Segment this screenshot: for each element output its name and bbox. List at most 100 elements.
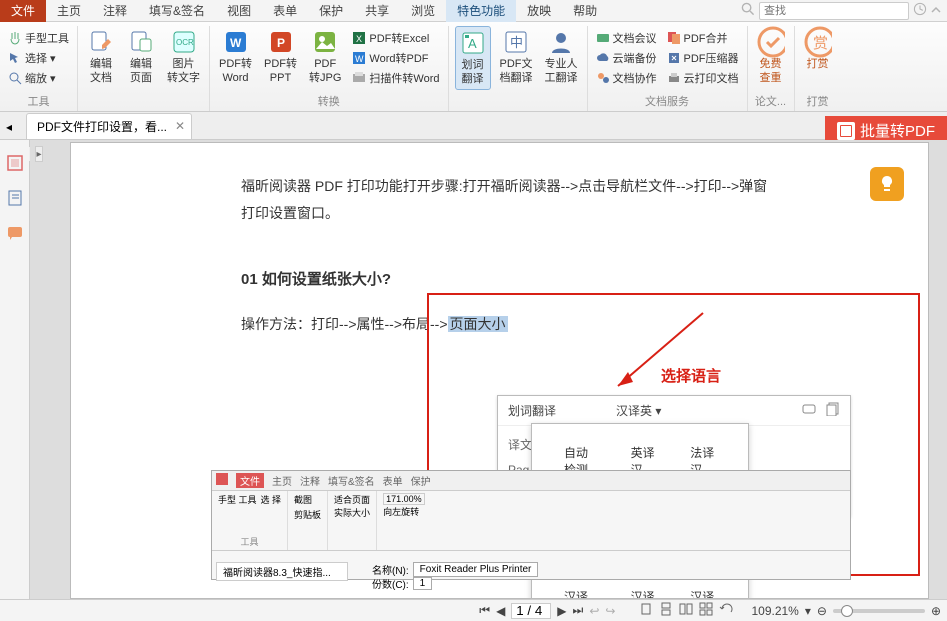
scan-to-word-button[interactable]: 扫描件转Word xyxy=(350,69,441,87)
svg-text:赏: 赏 xyxy=(813,35,828,52)
menu-fill-sign[interactable]: 填写&签名 xyxy=(138,0,216,22)
ocr-button[interactable]: OCR图片 转文字 xyxy=(164,26,203,88)
cloud-print-button[interactable]: 云打印文档 xyxy=(665,69,741,87)
menu-home[interactable]: 主页 xyxy=(46,0,92,22)
copy-icon[interactable] xyxy=(826,402,840,419)
search-icon[interactable] xyxy=(741,2,755,19)
document-tabstrip: ◂ PDF文件打印设置，看... ✕ 批量转PDF xyxy=(0,112,947,140)
batch-pdf-icon xyxy=(837,122,855,140)
lang-option[interactable]: 汉译德 xyxy=(674,582,732,599)
group-translate-label xyxy=(455,109,581,111)
menu-help[interactable]: 帮助 xyxy=(562,0,608,22)
group-convert: WPDF转 Word PPDF转 PPT PDF 转JPG XPDF转Excel… xyxy=(210,26,449,111)
group-tools-label: 工具 xyxy=(6,93,71,111)
collapse-ribbon-icon[interactable] xyxy=(931,4,941,18)
group-edit: 编辑 文档 编辑 页面 OCR图片 转文字 xyxy=(78,26,210,111)
pdf-to-word-button[interactable]: WPDF转 Word xyxy=(216,26,255,88)
forward-button[interactable]: ↪ xyxy=(605,604,615,618)
menu-browse[interactable]: 浏览 xyxy=(400,0,446,22)
group-tools: 手型工具 选择 ▾ 缩放 ▾ 工具 xyxy=(0,26,78,111)
group-dupcheck: 免费 查重 论文... xyxy=(748,26,795,111)
zoom-out-button[interactable]: ⊖ xyxy=(817,604,827,618)
free-dupcheck-button[interactable]: 免费 查重 xyxy=(754,26,788,88)
view-continuous-icon[interactable] xyxy=(659,602,673,619)
edit-page-button[interactable]: 编辑 页面 xyxy=(124,26,158,88)
document-tab[interactable]: PDF文件打印设置，看... ✕ xyxy=(26,113,192,139)
comments-icon[interactable] xyxy=(6,224,24,245)
left-sidebar xyxy=(0,140,30,599)
inset-menu: 文件 xyxy=(236,473,264,488)
zoom-dropdown-icon[interactable]: ▾ xyxy=(805,604,811,618)
svg-text:W: W xyxy=(355,54,364,64)
rotate-icon[interactable] xyxy=(719,602,733,619)
inset-menu: 填写&签名 xyxy=(328,473,375,488)
cloud-backup-button[interactable]: 云端备份 xyxy=(594,49,659,67)
menu-view[interactable]: 视图 xyxy=(216,0,262,22)
inset-menu: 表单 xyxy=(383,473,403,488)
selection-translate-button[interactable]: A划词 翻译 xyxy=(455,26,491,90)
menu-special-features[interactable]: 特色功能 xyxy=(446,0,516,22)
history-icon[interactable] xyxy=(913,2,927,19)
document-tab-label: PDF文件打印设置，看... xyxy=(37,120,167,134)
menu-protect[interactable]: 保护 xyxy=(308,0,354,22)
group-docservice: 文档会议 云端备份 文档协作 PDF合并 PDF压缩器 云打印文档 文档服务 xyxy=(588,26,748,111)
inset-menu: 注释 xyxy=(300,473,320,488)
inset-screenshot: 文件 主页 注释 填写&签名 表单 保护 手型 工具选 择 工具 截图剪贴板 适… xyxy=(211,470,851,580)
doc-meeting-button[interactable]: 文档会议 xyxy=(594,29,659,47)
menu-annotate[interactable]: 注释 xyxy=(92,0,138,22)
search-input[interactable] xyxy=(759,2,909,20)
paragraph: 福昕阅读器 PDF 打印功能打开步骤:打开福昕阅读器-->点击导航栏文件-->打… xyxy=(241,173,768,200)
doc-collab-button[interactable]: 文档协作 xyxy=(594,69,659,87)
inner-expand-handle[interactable]: ▸ xyxy=(35,146,43,162)
pdf-to-excel-button[interactable]: XPDF转Excel xyxy=(350,29,431,47)
first-page-button[interactable]: ⏮ xyxy=(479,603,490,618)
language-selector[interactable]: 汉译英 ▾ xyxy=(616,402,661,419)
pdf-to-ppt-button[interactable]: PPDF转 PPT xyxy=(261,26,300,88)
pdf-compress-button[interactable]: PDF压缩器 xyxy=(665,49,741,67)
zoom-slider[interactable] xyxy=(833,609,925,613)
doc-translate-button[interactable]: 中PDF文 档翻译 xyxy=(497,26,536,88)
svg-text:OCR: OCR xyxy=(176,38,194,47)
back-button[interactable]: ↩ xyxy=(589,604,599,618)
prev-tab-icon[interactable]: ◂ xyxy=(6,120,12,134)
popup-title: 划词翻译 xyxy=(508,402,556,419)
select-tool[interactable]: 选择 ▾ xyxy=(6,49,58,67)
pdf-merge-button[interactable]: PDF合并 xyxy=(665,29,730,47)
page-area: ▸ 福昕阅读器 PDF 打印功能打开步骤:打开福昕阅读器-->点击导航栏文件--… xyxy=(30,140,947,599)
group-dupcheck-label: 论文... xyxy=(754,93,788,111)
menu-table[interactable]: 表单 xyxy=(262,0,308,22)
view-single-icon[interactable] xyxy=(639,602,653,619)
group-translate: A划词 翻译 中PDF文 档翻译 专业人 工翻译 xyxy=(449,26,588,111)
group-edit-label xyxy=(84,109,203,111)
batch-convert-label: 批量转PDF xyxy=(860,120,935,141)
pdf-to-jpg-button[interactable]: PDF 转JPG xyxy=(306,26,344,88)
menu-share[interactable]: 共享 xyxy=(354,0,400,22)
edit-doc-button[interactable]: 编辑 文档 xyxy=(84,26,118,88)
page-input[interactable] xyxy=(511,603,551,619)
lang-option[interactable]: 汉译日 xyxy=(548,582,613,599)
paragraph: 打印设置窗口。 xyxy=(241,200,768,227)
reward-button[interactable]: 赏打赏 xyxy=(801,26,835,74)
menu-play[interactable]: 放映 xyxy=(516,0,562,22)
view-facing-continuous-icon[interactable] xyxy=(699,602,713,619)
group-reward: 赏打赏 打赏 xyxy=(795,26,841,111)
annotation-arrow xyxy=(603,308,713,398)
last-page-button[interactable]: ⏭ xyxy=(573,603,584,618)
menu-file[interactable]: 文件 xyxy=(0,0,46,22)
inset-menu: 主页 xyxy=(272,473,292,488)
view-facing-icon[interactable] xyxy=(679,602,693,619)
close-tab-icon[interactable]: ✕ xyxy=(175,119,185,133)
hint-button[interactable] xyxy=(870,167,904,201)
thumbnails-icon[interactable] xyxy=(6,154,24,175)
speak-icon[interactable] xyxy=(802,402,818,419)
zoom-in-button[interactable]: ⊕ xyxy=(931,604,941,618)
next-page-button[interactable]: ▶ xyxy=(557,604,566,618)
prev-page-button[interactable]: ◀ xyxy=(496,604,505,618)
zoom-tool[interactable]: 缩放 ▾ xyxy=(6,69,58,87)
human-translate-button[interactable]: 专业人 工翻译 xyxy=(542,26,581,88)
hand-tool[interactable]: 手型工具 xyxy=(6,29,71,47)
word-to-pdf-button[interactable]: WWord转PDF xyxy=(350,49,430,67)
lang-option[interactable]: 汉译韩 xyxy=(615,582,673,599)
page-content: 福昕阅读器 PDF 打印功能打开步骤:打开福昕阅读器-->点击导航栏文件-->打… xyxy=(71,143,928,337)
bookmarks-icon[interactable] xyxy=(6,189,24,210)
